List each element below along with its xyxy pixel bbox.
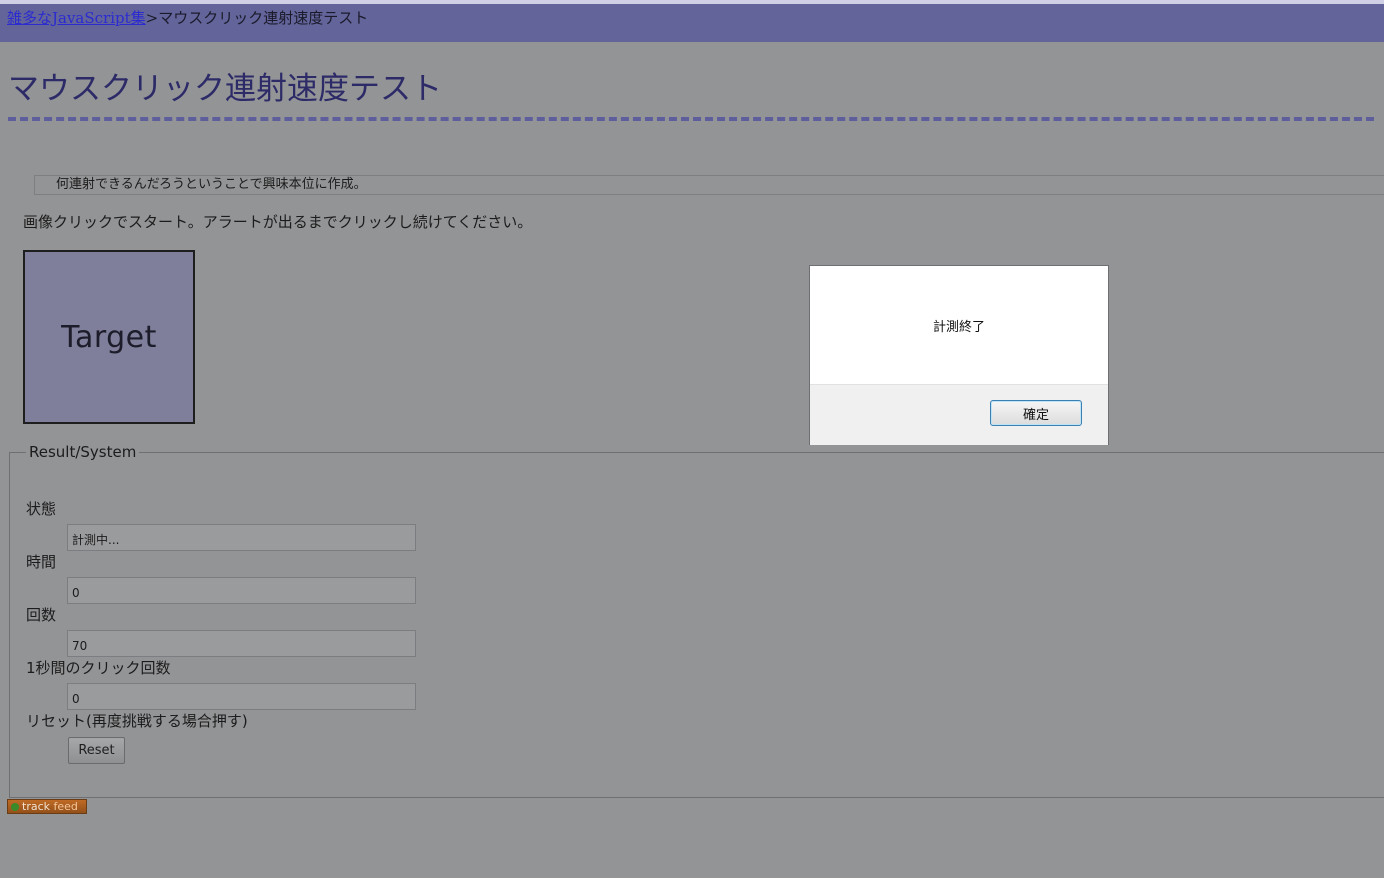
status-field[interactable] xyxy=(67,524,416,551)
status-label: 状態 xyxy=(26,500,57,518)
result-fieldset xyxy=(9,452,1384,798)
count-label: 回数 xyxy=(26,606,57,624)
result-legend: Result/System xyxy=(26,443,140,461)
time-label: 時間 xyxy=(26,553,57,571)
target-label: Target xyxy=(61,319,157,355)
instructions-text: 画像クリックでスタート。アラートが出るまでクリックし続けてください。 xyxy=(23,213,533,231)
trackfeed-feed-text: feed xyxy=(53,800,78,813)
breadcrumb: 雑多なJavaScript集>マウスクリック連射速度テスト xyxy=(7,9,368,27)
trackfeed-leaf-icon xyxy=(11,802,19,811)
trackfeed-track-text: track xyxy=(22,800,50,813)
count-field[interactable] xyxy=(67,630,416,657)
trackfeed-badge[interactable]: track feed xyxy=(7,799,87,814)
alert-message: 計測終了 xyxy=(932,320,985,335)
breadcrumb-separator: > xyxy=(145,9,159,27)
time-field[interactable] xyxy=(67,577,416,604)
reset-button[interactable]: Reset xyxy=(68,737,125,764)
alert-dialog: 計測終了 確定 xyxy=(809,265,1109,445)
title-dashed-rule xyxy=(8,117,1374,121)
clicks-per-second-field[interactable] xyxy=(67,683,416,710)
breadcrumb-current: マウスクリック連射速度テスト xyxy=(158,9,369,27)
header-bar: 雑多なJavaScript集>マウスクリック連射速度テスト xyxy=(0,4,1384,42)
clicks-per-second-label: 1秒間のクリック回数 xyxy=(26,659,171,677)
alert-footer: 確定 xyxy=(810,384,1108,445)
reset-label: リセット(再度挑戦する場合押す) xyxy=(26,712,248,730)
intro-blockquote: 何連射できるんだろうということで興味本位に作成。 xyxy=(34,175,1384,195)
alert-ok-button[interactable]: 確定 xyxy=(990,400,1082,426)
target-image[interactable]: Target xyxy=(23,250,195,424)
page-title: マウスクリック連射速度テスト xyxy=(8,71,442,107)
breadcrumb-link-javascript-collection[interactable]: 雑多なJavaScript集 xyxy=(7,9,146,27)
